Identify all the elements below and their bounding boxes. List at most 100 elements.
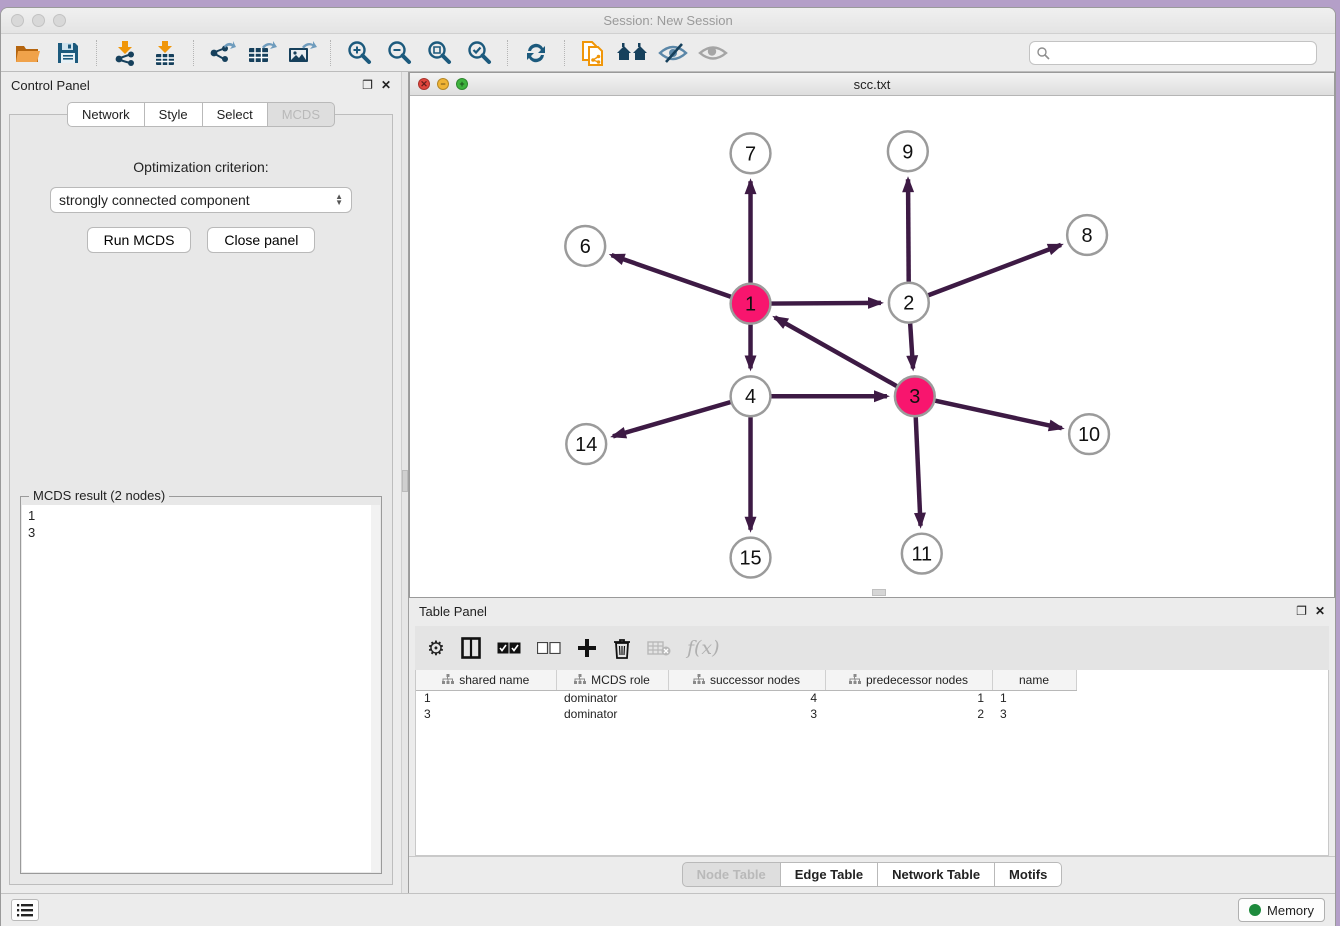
float-panel-icon[interactable]: ❐ xyxy=(362,78,373,92)
run-mcds-button[interactable]: Run MCDS xyxy=(87,227,192,253)
network-canvas[interactable]: 7 9 6 8 1 2 4 3 14 10 15 11 xyxy=(410,96,1334,597)
table-row[interactable]: 3dominator323 xyxy=(416,706,1076,722)
tab-style[interactable]: Style xyxy=(145,102,203,127)
graph-node-8[interactable]: 8 xyxy=(1067,215,1107,255)
add-column-icon[interactable] xyxy=(577,635,597,661)
first-neighbors-icon[interactable] xyxy=(616,38,650,68)
tab-network[interactable]: Network xyxy=(67,102,145,127)
column-header-predecessor-nodes[interactable]: predecessor nodes xyxy=(825,670,992,690)
graph-node-3[interactable]: 3 xyxy=(895,376,935,416)
column-header-successor-nodes[interactable]: successor nodes xyxy=(668,670,825,690)
edge-3-1[interactable] xyxy=(775,317,897,386)
node-label: 4 xyxy=(745,386,756,408)
edge-3-11[interactable] xyxy=(916,417,921,526)
select-all-icon[interactable] xyxy=(497,635,521,661)
graph-node-6[interactable]: 6 xyxy=(565,226,605,266)
panel-splitter[interactable] xyxy=(401,72,409,893)
refresh-icon[interactable] xyxy=(519,38,553,68)
open-folder-icon[interactable] xyxy=(11,38,45,68)
edge-2-8[interactable] xyxy=(928,245,1061,295)
table-cell[interactable]: 3 xyxy=(992,706,1076,722)
tab-node-table[interactable]: Node Table xyxy=(682,862,781,887)
zoom-fit-icon[interactable] xyxy=(422,38,456,68)
table-cell[interactable]: 3 xyxy=(668,706,825,722)
graph-node-1[interactable]: 1 xyxy=(731,284,771,324)
edge-1-6[interactable] xyxy=(612,255,731,297)
tab-edge-table[interactable]: Edge Table xyxy=(781,862,878,887)
table-panel-title: Table Panel xyxy=(419,604,487,619)
table-cell[interactable]: 3 xyxy=(416,706,556,722)
import-network-icon[interactable] xyxy=(108,38,142,68)
node-label: 10 xyxy=(1078,424,1100,446)
graph-node-4[interactable]: 4 xyxy=(731,376,771,416)
graph-node-7[interactable]: 7 xyxy=(731,133,771,173)
show-all-eye-icon[interactable] xyxy=(696,38,730,68)
network-window-title: scc.txt xyxy=(410,77,1334,92)
column-header-MCDS-role[interactable]: MCDS role xyxy=(556,670,668,690)
deselect-all-icon[interactable] xyxy=(537,635,561,661)
search-input[interactable] xyxy=(1050,46,1310,60)
table-settings-gear-icon[interactable]: ⚙ xyxy=(427,635,445,661)
hide-selected-eye-icon[interactable] xyxy=(656,38,690,68)
delete-column-icon[interactable] xyxy=(613,635,631,661)
graph-node-14[interactable]: 14 xyxy=(566,424,606,464)
graph-node-2[interactable]: 2 xyxy=(889,283,929,323)
export-table-icon[interactable] xyxy=(245,38,279,68)
network-resize-grip[interactable] xyxy=(872,589,886,596)
close-panel-button[interactable]: Close panel xyxy=(207,227,315,253)
table-cell[interactable]: dominator xyxy=(556,706,668,722)
task-history-button[interactable] xyxy=(11,899,39,921)
edge-2-9[interactable] xyxy=(908,179,909,282)
table-row[interactable]: 1dominator411 xyxy=(416,690,1076,706)
criterion-dropdown[interactable]: strongly connected component ▲▼ xyxy=(50,187,352,213)
tab-mcds[interactable]: MCDS xyxy=(268,102,335,127)
table-cell[interactable]: dominator xyxy=(556,690,668,706)
status-bar: Memory xyxy=(1,893,1335,926)
function-builder-icon[interactable]: f(x) xyxy=(687,635,720,661)
zoom-out-icon[interactable] xyxy=(382,38,416,68)
delete-table-icon[interactable] xyxy=(647,635,671,661)
table-cell[interactable]: 2 xyxy=(825,706,992,722)
node-label: 7 xyxy=(745,143,756,165)
import-table-icon[interactable] xyxy=(148,38,182,68)
float-table-panel-icon[interactable]: ❐ xyxy=(1296,604,1307,618)
column-header-shared-name[interactable]: shared name xyxy=(416,670,556,690)
table-cell[interactable]: 1 xyxy=(992,690,1076,706)
table-panel-header: Table Panel ❐ ✕ xyxy=(409,598,1335,624)
table-cell[interactable]: 1 xyxy=(825,690,992,706)
duplicate-network-icon[interactable] xyxy=(576,38,610,68)
search-field[interactable] xyxy=(1029,41,1317,65)
zoom-selected-icon[interactable] xyxy=(462,38,496,68)
edge-1-2[interactable] xyxy=(771,303,881,304)
graph-node-10[interactable]: 10 xyxy=(1069,414,1109,454)
network-window-titlebar: ✕ − + scc.txt xyxy=(410,73,1334,96)
export-network-icon[interactable] xyxy=(205,38,239,68)
tab-motifs[interactable]: Motifs xyxy=(995,862,1062,887)
edge-4-14[interactable] xyxy=(613,402,730,436)
edge-3-10[interactable] xyxy=(935,401,1062,428)
edge-2-3[interactable] xyxy=(910,324,913,369)
show-columns-icon[interactable] xyxy=(461,635,481,661)
save-icon[interactable] xyxy=(51,38,85,68)
table-cell[interactable]: 4 xyxy=(668,690,825,706)
zoom-in-icon[interactable] xyxy=(342,38,376,68)
network-graph[interactable]: 7 9 6 8 1 2 4 3 14 10 15 11 xyxy=(410,96,1334,597)
toolbar-separator xyxy=(564,40,565,66)
graph-node-15[interactable]: 15 xyxy=(731,538,771,578)
memory-label: Memory xyxy=(1267,903,1314,918)
splitter-grip[interactable] xyxy=(402,470,408,492)
memory-button[interactable]: Memory xyxy=(1238,898,1325,922)
criterion-value: strongly connected component xyxy=(59,192,335,208)
mcds-result-text[interactable]: 1 3 xyxy=(22,505,380,872)
tab-network-table[interactable]: Network Table xyxy=(878,862,995,887)
graph-node-9[interactable]: 9 xyxy=(888,131,928,171)
close-panel-icon[interactable]: ✕ xyxy=(381,78,391,92)
tab-select[interactable]: Select xyxy=(203,102,268,127)
column-header-name[interactable]: name xyxy=(992,670,1076,690)
export-image-icon[interactable] xyxy=(285,38,319,68)
close-table-panel-icon[interactable]: ✕ xyxy=(1315,604,1325,618)
table-cell[interactable]: 1 xyxy=(416,690,556,706)
result-scrollbar[interactable] xyxy=(371,505,380,872)
graph-node-11[interactable]: 11 xyxy=(902,534,942,574)
toolbar-separator xyxy=(193,40,194,66)
